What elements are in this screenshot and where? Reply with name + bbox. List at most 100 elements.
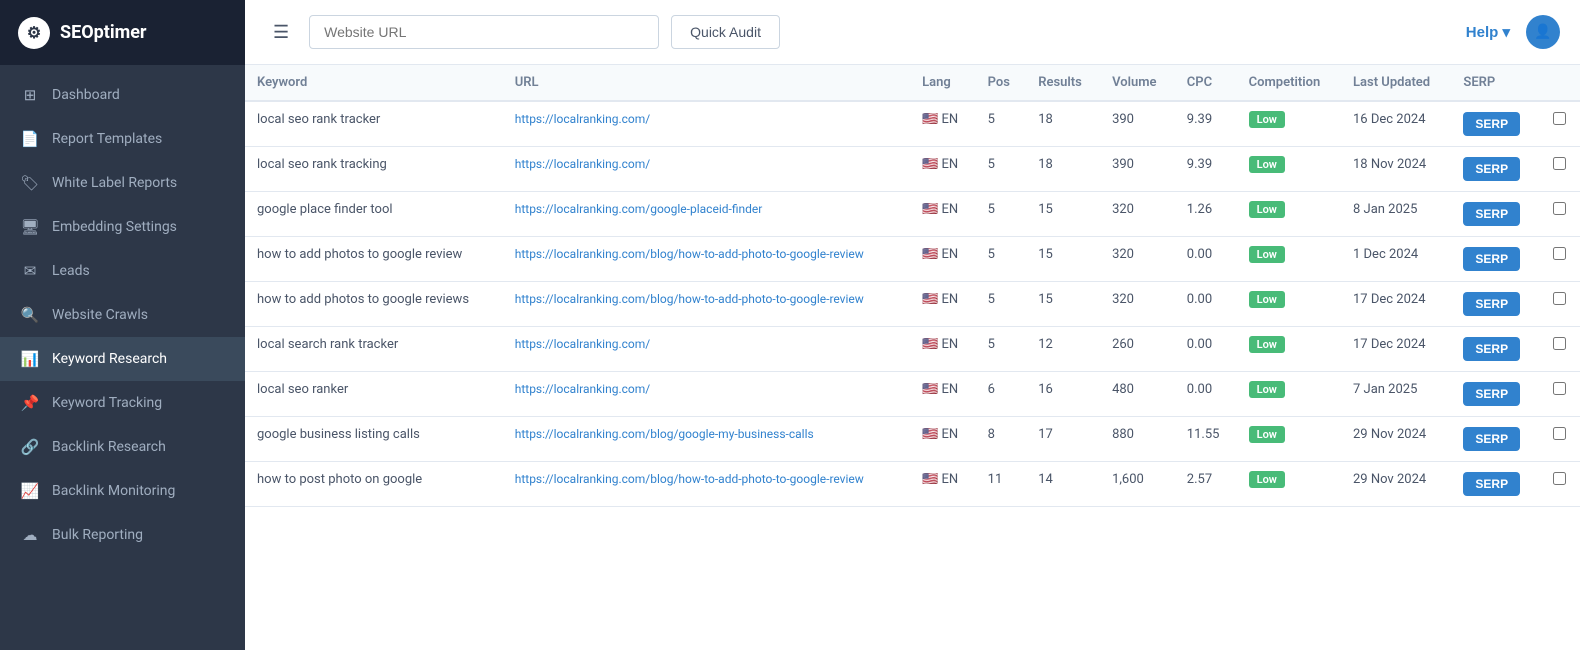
col-header-4: Results xyxy=(1026,65,1100,101)
volume-cell-2: 320 xyxy=(1100,192,1175,237)
url-cell-8: https://localranking.com/blog/how-to-add… xyxy=(503,462,910,507)
nav-label-bulk-reporting: Bulk Reporting xyxy=(52,527,143,543)
checkbox-cell-4 xyxy=(1540,282,1580,327)
hamburger-button[interactable]: ☰ xyxy=(265,18,297,47)
row-checkbox-0[interactable] xyxy=(1553,112,1566,125)
quick-audit-button[interactable]: Quick Audit xyxy=(671,15,780,49)
row-checkbox-1[interactable] xyxy=(1553,157,1566,170)
serp-cell-1: SERP xyxy=(1451,147,1539,192)
serp-button-1[interactable]: SERP xyxy=(1463,157,1520,181)
competition-badge-7: Low xyxy=(1249,426,1285,443)
website-url-input[interactable] xyxy=(309,15,659,49)
sidebar-item-keyword-research[interactable]: 📊 Keyword Research xyxy=(0,337,245,381)
row-checkbox-2[interactable] xyxy=(1553,202,1566,215)
avatar[interactable]: 👤 xyxy=(1526,15,1560,49)
serp-button-7[interactable]: SERP xyxy=(1463,427,1520,451)
table-row: google place finder toolhttps://localran… xyxy=(245,192,1580,237)
serp-cell-7: SERP xyxy=(1451,417,1539,462)
col-header-7: Competition xyxy=(1237,65,1341,101)
competition-cell-7: Low xyxy=(1237,417,1341,462)
keyword-cell-5: local search rank tracker xyxy=(245,327,503,372)
competition-badge-5: Low xyxy=(1249,336,1285,353)
sidebar-item-backlink-research[interactable]: 🔗 Backlink Research xyxy=(0,425,245,469)
sidebar-item-report-templates[interactable]: 📄 Report Templates xyxy=(0,117,245,161)
sidebar-item-dashboard[interactable]: ⊞ Dashboard xyxy=(0,73,245,117)
col-header-0: Keyword xyxy=(245,65,503,101)
nav-icon-keyword-tracking: 📌 xyxy=(20,394,40,412)
url-cell-4: https://localranking.com/blog/how-to-add… xyxy=(503,282,910,327)
volume-cell-6: 480 xyxy=(1100,372,1175,417)
serp-button-4[interactable]: SERP xyxy=(1463,292,1520,316)
serp-cell-3: SERP xyxy=(1451,237,1539,282)
serp-button-8[interactable]: SERP xyxy=(1463,472,1520,496)
sidebar-item-white-label-reports[interactable]: 🏷 White Label Reports xyxy=(0,161,245,205)
cpc-cell-7: 11.55 xyxy=(1175,417,1237,462)
nav-icon-keyword-research: 📊 xyxy=(20,350,40,368)
sidebar-item-keyword-tracking[interactable]: 📌 Keyword Tracking xyxy=(0,381,245,425)
nav-label-dashboard: Dashboard xyxy=(52,87,120,103)
row-checkbox-7[interactable] xyxy=(1553,427,1566,440)
serp-button-6[interactable]: SERP xyxy=(1463,382,1520,406)
table-wrapper: KeywordURLLangPosResultsVolumeCPCCompeti… xyxy=(245,65,1580,650)
competition-cell-2: Low xyxy=(1237,192,1341,237)
competition-badge-8: Low xyxy=(1249,471,1285,488)
row-checkbox-3[interactable] xyxy=(1553,247,1566,260)
sidebar-item-website-crawls[interactable]: 🔍 Website Crawls xyxy=(0,293,245,337)
nav-icon-website-crawls: 🔍 xyxy=(20,306,40,324)
results-cell-5: 12 xyxy=(1026,327,1100,372)
sidebar-item-backlink-monitoring[interactable]: 📈 Backlink Monitoring xyxy=(0,469,245,513)
serp-button-3[interactable]: SERP xyxy=(1463,247,1520,271)
nav-label-report-templates: Report Templates xyxy=(52,131,162,147)
help-button[interactable]: Help ▾ xyxy=(1466,23,1510,41)
lang-cell-8: 🇺🇸 EN xyxy=(910,462,976,507)
url-cell-5: https://localranking.com/ xyxy=(503,327,910,372)
keyword-cell-4: how to add photos to google reviews xyxy=(245,282,503,327)
checkbox-cell-3 xyxy=(1540,237,1580,282)
nav-label-keyword-tracking: Keyword Tracking xyxy=(52,395,162,411)
header: ☰ Quick Audit Help ▾ 👤 xyxy=(245,0,1580,65)
competition-badge-2: Low xyxy=(1249,201,1285,218)
serp-button-0[interactable]: SERP xyxy=(1463,112,1520,136)
results-cell-0: 18 xyxy=(1026,101,1100,147)
row-checkbox-8[interactable] xyxy=(1553,472,1566,485)
results-cell-1: 18 xyxy=(1026,147,1100,192)
lang-cell-5: 🇺🇸 EN xyxy=(910,327,976,372)
pos-cell-5: 5 xyxy=(976,327,1027,372)
nav-icon-leads: ✉ xyxy=(20,262,40,280)
lang-cell-6: 🇺🇸 EN xyxy=(910,372,976,417)
col-header-10 xyxy=(1540,65,1580,101)
volume-cell-1: 390 xyxy=(1100,147,1175,192)
lang-cell-2: 🇺🇸 EN xyxy=(910,192,976,237)
table-row: how to post photo on googlehttps://local… xyxy=(245,462,1580,507)
sidebar-item-embedding-settings[interactable]: 🖥 Embedding Settings xyxy=(0,205,245,249)
serp-cell-2: SERP xyxy=(1451,192,1539,237)
url-cell-7: https://localranking.com/blog/google-my-… xyxy=(503,417,910,462)
nav-icon-embedding-settings: 🖥 xyxy=(20,218,40,236)
competition-cell-5: Low xyxy=(1237,327,1341,372)
col-header-8: Last Updated xyxy=(1341,65,1451,101)
keyword-cell-0: local seo rank tracker xyxy=(245,101,503,147)
row-checkbox-5[interactable] xyxy=(1553,337,1566,350)
header-right: Help ▾ 👤 xyxy=(1466,15,1560,49)
volume-cell-3: 320 xyxy=(1100,237,1175,282)
date-cell-4: 17 Dec 2024 xyxy=(1341,282,1451,327)
row-checkbox-4[interactable] xyxy=(1553,292,1566,305)
serp-button-5[interactable]: SERP xyxy=(1463,337,1520,361)
competition-badge-6: Low xyxy=(1249,381,1285,398)
serp-cell-5: SERP xyxy=(1451,327,1539,372)
serp-button-2[interactable]: SERP xyxy=(1463,202,1520,226)
keyword-cell-8: how to post photo on google xyxy=(245,462,503,507)
competition-cell-4: Low xyxy=(1237,282,1341,327)
url-cell-0: https://localranking.com/ xyxy=(503,101,910,147)
serp-cell-4: SERP xyxy=(1451,282,1539,327)
checkbox-cell-2 xyxy=(1540,192,1580,237)
nav-icon-report-templates: 📄 xyxy=(20,130,40,148)
table-row: local seo rank trackinghttps://localrank… xyxy=(245,147,1580,192)
sidebar-item-bulk-reporting[interactable]: ☁ Bulk Reporting xyxy=(0,513,245,557)
sidebar-item-leads[interactable]: ✉ Leads xyxy=(0,249,245,293)
row-checkbox-6[interactable] xyxy=(1553,382,1566,395)
pos-cell-1: 5 xyxy=(976,147,1027,192)
nav-label-website-crawls: Website Crawls xyxy=(52,307,148,323)
keyword-cell-1: local seo rank tracking xyxy=(245,147,503,192)
results-cell-6: 16 xyxy=(1026,372,1100,417)
